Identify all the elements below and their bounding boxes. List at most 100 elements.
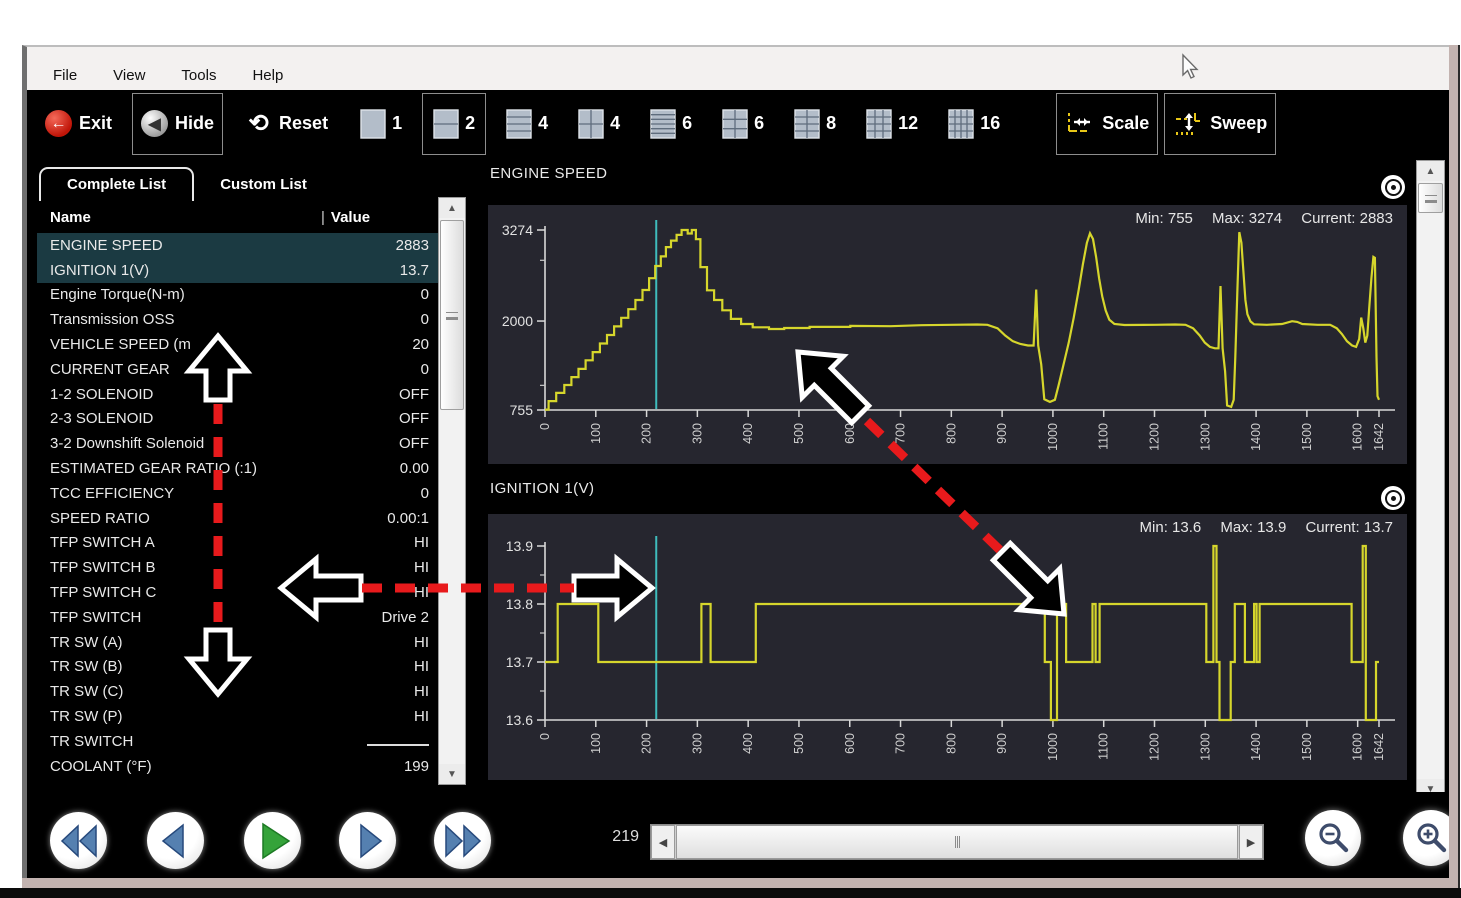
record-button[interactable]	[1381, 175, 1405, 199]
param-name: TFP SWITCH A	[37, 534, 414, 551]
x-tick-label: 1000	[1046, 733, 1060, 761]
param-value: Drive 2	[381, 609, 438, 626]
x-tick-label: 300	[690, 733, 704, 754]
table-row[interactable]: CURRENT GEAR0	[37, 357, 438, 382]
scrollbar-grip-icon	[955, 836, 956, 848]
param-name: TR SW (P)	[37, 708, 414, 725]
layout-12-pane-button-7[interactable]: 12	[856, 94, 928, 154]
table-row[interactable]: 3-2 Downshift SolenoidOFF	[37, 431, 438, 456]
scale-button[interactable]: Scale	[1056, 93, 1158, 155]
layout-4-pane-button-2[interactable]: 4	[496, 94, 558, 154]
param-name: VEHICLE SPEED (m	[37, 336, 412, 353]
layout-1-pane-button-0[interactable]: 1	[350, 94, 412, 154]
playback-bar: 219 ◀ ▶	[27, 792, 1449, 880]
ignition-chart[interactable]: Min: 13.6 Max: 13.9 Current: 13.713.913.…	[488, 514, 1407, 780]
reset-button[interactable]: ⟲ Reset	[237, 94, 336, 154]
sweep-button[interactable]: Sweep	[1164, 93, 1276, 155]
list-scrollbar-thumb[interactable]	[440, 220, 465, 410]
table-row[interactable]: TFP SWITCHDrive 2	[37, 605, 438, 630]
layout-16-pane-button-8[interactable]: 16	[938, 94, 1010, 154]
step-forward-button[interactable]	[339, 812, 396, 869]
table-row[interactable]: ESTIMATED GEAR RATIO (:1)0.00	[37, 456, 438, 481]
grid-4x1-icon	[506, 109, 532, 139]
scroll-right-icon[interactable]: ▶	[1239, 825, 1263, 859]
x-tick-label: 600	[843, 733, 857, 754]
scroll-left-icon[interactable]: ◀	[651, 825, 675, 859]
x-tick-label: 1500	[1300, 423, 1314, 451]
layout-2-pane-button-1[interactable]: 2	[422, 93, 486, 155]
magnifier-minus-icon	[1316, 821, 1350, 855]
table-row[interactable]: TR SW (B)HI	[37, 655, 438, 680]
param-name: TR SW (A)	[37, 634, 414, 651]
param-name: TR SW (C)	[37, 683, 414, 700]
y-tick-label: 13.8	[506, 596, 533, 612]
table-row[interactable]: Transmission OSS0	[37, 307, 438, 332]
param-value: 13.7	[400, 262, 438, 279]
x-tick-label: 500	[792, 423, 806, 444]
param-value: 20	[412, 336, 438, 353]
grid-3x2-icon	[722, 109, 748, 139]
ignition-chart-panel: Min: 13.6 Max: 13.9 Current: 13.713.913.…	[488, 514, 1407, 780]
table-row[interactable]: ENGINE SPEED2883	[37, 233, 438, 258]
param-name: TFP SWITCH B	[37, 559, 414, 576]
column-header-name: Name	[50, 209, 91, 226]
layout-8-pane-button-6[interactable]: 8	[784, 94, 846, 154]
rewind-button[interactable]	[50, 812, 107, 869]
x-tick-label: 0	[538, 733, 552, 740]
playback-position: 219	[587, 828, 639, 846]
x-tick-label: 1200	[1148, 423, 1162, 451]
menu-item-tools[interactable]: Tools	[181, 67, 216, 84]
x-tick-label: 1600	[1351, 423, 1365, 451]
hide-button[interactable]: ◀ Hide	[132, 93, 223, 155]
timeline-scrollbar-thumb[interactable]	[676, 825, 1238, 859]
table-row[interactable]: TR SW (C)HI	[37, 679, 438, 704]
zoom-out-button[interactable]	[1305, 810, 1361, 866]
tab-custom-list[interactable]: Custom List	[194, 169, 333, 201]
chart-area-scrollbar[interactable]: ▲ ▼	[1416, 160, 1445, 800]
scroll-up-icon[interactable]: ▲	[439, 198, 465, 218]
scroll-down-icon[interactable]: ▼	[439, 764, 465, 784]
x-tick-label: 500	[792, 733, 806, 754]
record-button[interactable]	[1381, 486, 1405, 510]
fast-forward-button[interactable]	[434, 812, 491, 869]
table-row[interactable]: COOLANT (°F)199	[37, 754, 438, 779]
engine-speed-chart[interactable]: Min: 755 Max: 3274 Current: 288332742000…	[488, 205, 1407, 464]
step-back-button[interactable]	[147, 812, 204, 869]
table-row[interactable]: TR SW (P)HI	[37, 704, 438, 729]
table-row[interactable]: TFP SWITCH CHI	[37, 580, 438, 605]
table-row[interactable]: TFP SWITCH AHI	[37, 531, 438, 556]
x-tick-label: 200	[640, 733, 654, 754]
timeline-scrollbar[interactable]: ◀ ▶	[650, 824, 1264, 860]
table-row[interactable]: TR SW (A)HI	[37, 630, 438, 655]
play-button[interactable]	[244, 812, 301, 869]
table-row[interactable]: VEHICLE SPEED (m20	[37, 332, 438, 357]
layout-grid-buttons: 12446681216	[350, 93, 1020, 155]
scroll-up-icon[interactable]: ▲	[1417, 161, 1444, 181]
menu-item-view[interactable]: View	[113, 67, 145, 84]
param-name: 1-2 SOLENOID	[37, 386, 399, 403]
layout-6-pane-button-4[interactable]: 6	[640, 94, 702, 154]
table-row[interactable]: SPEED RATIO0.00:1	[37, 506, 438, 531]
table-row[interactable]: 1-2 SOLENOIDOFF	[37, 382, 438, 407]
grid-4x3-icon	[866, 109, 892, 139]
param-value: HI	[414, 584, 438, 601]
chart-scrollbar-thumb[interactable]	[1418, 183, 1444, 213]
table-row[interactable]: 2-3 SOLENOIDOFF	[37, 407, 438, 432]
table-row[interactable]: TFP SWITCH BHI	[37, 555, 438, 580]
tab-complete-list[interactable]: Complete List	[39, 167, 194, 201]
table-row[interactable]: TR SWITCH	[37, 729, 438, 754]
layout-button-label: 8	[826, 113, 836, 134]
table-row[interactable]: Engine Torque(N-m)0	[37, 283, 438, 308]
menu-item-file[interactable]: File	[53, 67, 77, 84]
list-scrollbar[interactable]: ▲ ▼	[438, 197, 466, 785]
table-row[interactable]: IGNITION 1(V)13.7	[37, 258, 438, 283]
hide-arrow-icon: ◀	[141, 110, 168, 137]
window-frame-right	[1449, 45, 1460, 888]
layout-4-pane-button-3[interactable]: 4	[568, 94, 630, 154]
play-icon	[251, 819, 295, 863]
exit-button[interactable]: ← Exit	[37, 94, 120, 154]
x-tick-label: 1300	[1198, 423, 1212, 451]
menu-item-help[interactable]: Help	[252, 67, 283, 84]
layout-6-pane-button-5[interactable]: 6	[712, 94, 774, 154]
table-row[interactable]: TCC EFFICIENCY0	[37, 481, 438, 506]
